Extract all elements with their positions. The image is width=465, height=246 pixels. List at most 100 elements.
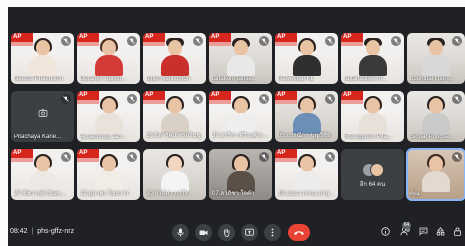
participant-name: Raweepat KL	[278, 76, 315, 82]
participant-video	[94, 154, 124, 192]
participant-tile[interactable]: AP Natcha Phaensirin	[11, 33, 74, 84]
participant-tile[interactable]: 30.ปาลิดา ภาโท	[143, 149, 206, 200]
participant-tile[interactable]: AP 27.ชัชวาลย์ กันทะ...	[11, 149, 74, 200]
self-tile[interactable]: คุณ	[406, 148, 465, 201]
camera-button[interactable]	[195, 224, 212, 241]
participant-tile[interactable]: AP Roongphon Pita...	[341, 91, 404, 142]
mic-button[interactable]	[172, 224, 189, 241]
participant-name: 05.กรรณิกา บุญวิชัย	[278, 133, 331, 139]
participant-name: nipon kankomon	[146, 76, 191, 82]
participant-tile[interactable]: Pitachaya Kane...	[11, 91, 74, 142]
mic-off-icon	[193, 152, 203, 162]
participant-name: 19.จมนาวรรณ สากุลิตา	[278, 191, 336, 197]
participant-tile[interactable]: AP Aj.Jarinong Jan...	[77, 91, 140, 142]
mic-off-icon	[61, 94, 71, 104]
participant-tile[interactable]: AP 19.สุภาพร ไชยวาร	[77, 149, 140, 200]
participant-name: Sirinat Pongsa...	[410, 134, 455, 140]
participant-name: rattanadilee m...	[344, 76, 388, 82]
meeting-time: 08:42	[10, 228, 28, 235]
participant-video	[94, 38, 124, 76]
present-icon	[245, 228, 254, 236]
mic-off-icon	[325, 36, 335, 46]
participant-tile[interactable]: AP 37.ดาริกา ศิริวงศ์ ตา...	[209, 91, 272, 142]
hang-up-icon	[294, 231, 304, 235]
others-tile[interactable]: อีก 64 คน	[341, 149, 404, 200]
participant-name: 16.ธิดารัตน์ พรมโมชู	[146, 133, 201, 139]
present-button[interactable]	[241, 224, 258, 241]
activities-icon[interactable]	[436, 227, 445, 236]
participant-video	[94, 96, 124, 134]
camera-icon	[199, 230, 208, 235]
raise-hand-button[interactable]	[218, 224, 235, 241]
meeting-code: phs-gffz-nrz	[37, 228, 75, 235]
participant-video	[226, 96, 256, 134]
meeting-separator: |	[31, 228, 34, 235]
mic-off-icon	[127, 152, 137, 162]
participant-name: Duranee Sukch...	[80, 76, 127, 82]
participant-tile[interactable]: AP 16.ธิดารัตน์ พรมโมชู	[143, 91, 206, 142]
more-options-icon	[271, 228, 274, 237]
participant-name: 19.สุภาพร ไชยวาร	[80, 191, 129, 197]
participant-name: 27.ชัชวาลย์ กันทะ...	[14, 191, 66, 197]
participant-video	[226, 38, 256, 76]
participant-name: Pitachaya Kane...	[14, 134, 62, 140]
participant-video	[292, 96, 322, 134]
participant-name: 30.ปาลิดา ภาโท	[146, 191, 189, 197]
participant-name: 07.ลาภิชา ใจคำ	[212, 191, 255, 197]
participant-video	[160, 154, 190, 192]
others-avatars	[362, 163, 384, 177]
participant-video	[358, 38, 388, 76]
participant-name: Roongphon Pita...	[344, 134, 393, 140]
chat-icon[interactable]	[419, 227, 428, 236]
participant-video	[160, 38, 190, 76]
mic-off-icon	[325, 94, 335, 104]
video-grid: AP Natcha Phaensirin AP Duranee Sukch...…	[8, 7, 465, 213]
participant-tile[interactable]: AP Duranee Sukch...	[77, 33, 140, 84]
host-controls-icon[interactable]	[453, 227, 462, 236]
more-options-button[interactable]	[264, 224, 281, 241]
meet-window: AP Natcha Phaensirin AP Duranee Sukch...…	[8, 7, 465, 246]
participant-name: คุณ	[410, 191, 420, 197]
mic-off-icon	[61, 152, 71, 162]
mic-off-icon	[391, 94, 401, 104]
participant-video	[421, 96, 451, 134]
participant-video	[292, 38, 322, 76]
participant-tile[interactable]: AP rattanadilee m...	[341, 33, 404, 84]
mic-icon	[177, 228, 184, 237]
mic-off-icon	[452, 152, 462, 162]
participant-name: Natcha Phaensirin	[14, 76, 64, 82]
mic-off-icon	[61, 36, 71, 46]
others-count: อีก 64 คน	[359, 182, 386, 188]
participant-tile[interactable]: AP tanakorn tantik...	[209, 33, 272, 84]
mic-off-icon	[325, 152, 335, 162]
participant-name: boonthai l porn...	[410, 76, 455, 82]
mic-off-icon	[259, 36, 269, 46]
participant-tile[interactable]: AP 19.จมนาวรรณ สากุลิตา	[275, 149, 338, 200]
info-icon[interactable]	[381, 227, 390, 236]
participant-video	[421, 154, 451, 192]
raise-hand-icon	[224, 228, 230, 237]
participant-video	[28, 154, 58, 192]
participant-video	[226, 154, 256, 192]
camera-off-icon	[38, 109, 48, 117]
mic-off-icon	[127, 36, 137, 46]
participant-video	[292, 154, 322, 192]
participant-tile[interactable]: AP Raweepat KL	[275, 33, 338, 84]
participant-tile[interactable]: 07.ลาภิชา ใจคำ	[209, 149, 272, 200]
mic-off-icon	[452, 36, 462, 46]
meeting-info: 08:42 | phs-gffz-nrz	[10, 228, 74, 235]
participant-tile[interactable]: AP nipon kankomon	[143, 33, 206, 84]
participant-tile[interactable]: AP 05.กรรณิกา บุญวิชัย	[275, 91, 338, 142]
participant-name: Aj.Jarinong Jan...	[80, 134, 127, 140]
mic-off-icon	[452, 94, 462, 104]
participant-video	[358, 96, 388, 134]
participant-count-badge: 64	[402, 222, 411, 229]
mic-off-icon	[127, 94, 137, 104]
mic-off-icon	[193, 36, 203, 46]
participant-video	[160, 96, 190, 134]
mic-off-icon	[259, 152, 269, 162]
mic-off-icon	[259, 94, 269, 104]
hang-up-button[interactable]	[288, 224, 310, 241]
participant-tile[interactable]: Sirinat Pongsa...	[407, 91, 465, 142]
participant-tile[interactable]: boonthai l porn...	[407, 33, 465, 84]
